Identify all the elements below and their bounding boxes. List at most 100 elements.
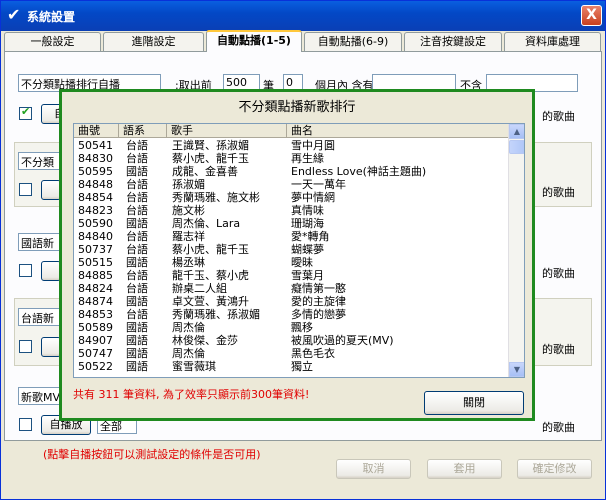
cell-language: 台語 — [126, 152, 148, 165]
table-row[interactable]: 50590 國語 周杰倫、Lara 珊瑚海 — [74, 217, 509, 230]
scroll-down-icon[interactable]: ▼ — [509, 362, 524, 377]
scroll-thumb[interactable] — [509, 140, 524, 154]
table-row[interactable]: 84854 台語 秀蘭瑪雅、施文彬 夢中情網 — [74, 191, 509, 204]
tab-bopomofo-keys[interactable]: 注音按鍵設定 — [404, 32, 502, 51]
row5-checkbox[interactable] — [19, 418, 32, 431]
cell-song-title: 雪中月圓 — [291, 139, 335, 152]
cell-song-number: 50747 — [78, 347, 113, 360]
col-language[interactable]: 語系 — [119, 124, 167, 138]
cell-language: 台語 — [126, 139, 148, 152]
cell-song-title: 夢中情網 — [291, 191, 335, 204]
col-singer[interactable]: 歌手 — [167, 124, 287, 138]
cell-song-number: 84823 — [78, 204, 113, 217]
table-row[interactable]: 84824 台語 辦桌二人組 癡情第一憨 — [74, 282, 509, 295]
cell-song-number: 84824 — [78, 282, 113, 295]
close-window-button[interactable]: X — [581, 5, 602, 26]
scroll-up-icon[interactable]: ▲ — [509, 124, 524, 139]
new-songs-ranking-dialog: 不分類點播新歌排行 曲號 語系 歌手 曲名 50541 台語 王識賢、孫淑媚 雪中月圓… — [59, 89, 535, 421]
tab-database[interactable]: 資料庫處理 — [504, 32, 601, 51]
cancel-button[interactable]: 取消 — [336, 459, 411, 479]
cell-song-title: 雪葉月 — [291, 269, 324, 282]
table-row[interactable]: 50515 國語 楊丞琳 曖昧 — [74, 256, 509, 269]
cell-song-title: 被風吹過的夏天(MV) — [291, 334, 394, 347]
row4-checkbox[interactable] — [19, 340, 32, 353]
col-song-number[interactable]: 曲號 — [74, 124, 119, 138]
cell-song-number: 84854 — [78, 191, 113, 204]
list-header: 曲號 語系 歌手 曲名 — [74, 124, 509, 138]
cell-song-title: 蝴蝶夢 — [291, 243, 324, 256]
cell-singer: 周杰倫 — [172, 347, 205, 360]
title-bar: ✔ 系統設置 X — [1, 1, 605, 31]
row4-auto-play-button[interactable] — [41, 337, 61, 357]
cell-singer: 羅志祥 — [172, 230, 205, 243]
table-row[interactable]: 84907 國語 林俊傑、金莎 被風吹過的夏天(MV) — [74, 334, 509, 347]
list-rows: 50541 台語 王識賢、孫淑媚 雪中月圓 84830 台語 蔡小虎、龍千玉 再生緣 50595… — [74, 139, 509, 373]
cell-singer: 周杰倫、Lara — [172, 217, 241, 230]
table-row[interactable]: 84848 台語 孫淑媚 一天一萬年 — [74, 178, 509, 191]
song-list[interactable]: 曲號 語系 歌手 曲名 50541 台語 王識賢、孫淑媚 雪中月圓 84830 台語 蔡小虎… — [73, 123, 525, 378]
row1-checkbox[interactable]: ✔ — [19, 105, 32, 120]
settings-window: ✔ 系統設置 X 一般設定 進階設定 自動點播(1-5) 自動點播(6-9) 注… — [0, 0, 606, 500]
row3-checkbox[interactable] — [19, 264, 32, 277]
cell-song-number: 84874 — [78, 295, 113, 308]
cell-song-number: 84853 — [78, 308, 113, 321]
hint-text: (點擊自播按鈕可以測試設定的條件是否可用) — [43, 448, 261, 461]
cell-language: 國語 — [126, 217, 148, 230]
cell-song-title: 再生緣 — [291, 152, 324, 165]
row1-songs-label: 的歌曲 — [542, 110, 575, 123]
cell-language: 國語 — [126, 256, 148, 269]
cell-singer: 孫淑媚 — [172, 178, 205, 191]
cell-language: 台語 — [126, 308, 148, 321]
cell-song-title: 飄移 — [291, 321, 313, 334]
table-row[interactable]: 84840 台語 羅志祥 愛*轉角 — [74, 230, 509, 243]
tab-auto-play-1-5[interactable]: 自動點播(1-5) — [206, 30, 302, 52]
table-row[interactable]: 84874 國語 卓文萱、黃鴻升 愛的主旋律 — [74, 295, 509, 308]
tab-advanced[interactable]: 進階設定 — [103, 32, 204, 51]
table-row[interactable]: 50522 國語 蜜雪薇琪 獨立 — [74, 360, 509, 373]
row4-name-field[interactable]: 台語新 — [18, 308, 62, 326]
row3-name-field[interactable]: 國語新 — [18, 233, 62, 251]
cell-language: 台語 — [126, 282, 148, 295]
cell-singer: 成龍、金喜善 — [172, 165, 238, 178]
cell-singer: 蜜雪薇琪 — [172, 360, 216, 373]
table-row[interactable]: 84830 台語 蔡小虎、龍千玉 再生緣 — [74, 152, 509, 165]
cell-language: 國語 — [126, 360, 148, 373]
cell-song-title: 真情味 — [291, 204, 324, 217]
row5-name-field[interactable]: 新歌MV — [18, 387, 62, 405]
table-row[interactable]: 84823 台語 施文彬 真情味 — [74, 204, 509, 217]
row2-auto-play-button[interactable] — [41, 180, 61, 200]
tab-bar: 一般設定 進階設定 自動點播(1-5) 自動點播(6-9) 注音按鍵設定 資料庫… — [4, 30, 604, 52]
row3-auto-play-button[interactable] — [41, 261, 61, 281]
table-row[interactable]: 84885 台語 龍千玉、蔡小虎 雪葉月 — [74, 269, 509, 282]
tab-auto-play-6-9[interactable]: 自動點播(6-9) — [304, 32, 402, 51]
table-row[interactable]: 50595 國語 成龍、金喜善 Endless Love(神話主題曲) — [74, 165, 509, 178]
row4-songs-label: 的歌曲 — [542, 343, 575, 356]
cell-song-title: 愛*轉角 — [291, 230, 330, 243]
col-song-title[interactable]: 曲名 — [287, 124, 509, 138]
cell-song-number: 84848 — [78, 178, 113, 191]
cell-language: 台語 — [126, 191, 148, 204]
table-row[interactable]: 50737 台語 蔡小虎、龍千玉 蝴蝶夢 — [74, 243, 509, 256]
confirm-button[interactable]: 確定修改 — [517, 459, 592, 479]
cell-language: 台語 — [126, 204, 148, 217]
row2-checkbox[interactable] — [19, 183, 32, 196]
table-row[interactable]: 50541 台語 王識賢、孫淑媚 雪中月圓 — [74, 139, 509, 152]
table-row[interactable]: 50747 國語 周杰倫 黑色毛衣 — [74, 347, 509, 360]
tab-general[interactable]: 一般設定 — [4, 32, 101, 51]
dialog-title: 不分類點播新歌排行 — [238, 100, 356, 115]
cell-language: 台語 — [126, 178, 148, 191]
cell-song-number: 84840 — [78, 230, 113, 243]
cell-song-title: 癡情第一憨 — [291, 282, 346, 295]
table-row[interactable]: 50589 國語 周杰倫 飄移 — [74, 321, 509, 334]
cell-song-number: 50590 — [78, 217, 113, 230]
row2-name-field[interactable]: 不分類 — [18, 152, 62, 170]
cell-song-number: 50737 — [78, 243, 113, 256]
checkmark-app-icon: ✔ — [7, 5, 21, 24]
list-scrollbar[interactable]: ▲ ▼ — [508, 124, 524, 377]
table-row[interactable]: 84853 台語 秀蘭瑪雅、孫淑媚 多情的戀夢 — [74, 308, 509, 321]
cell-song-number: 50522 — [78, 360, 113, 373]
cell-song-number: 84907 — [78, 334, 113, 347]
cell-song-title: 獨立 — [291, 360, 313, 373]
apply-button[interactable]: 套用 — [427, 459, 502, 479]
dialog-close-button[interactable]: 關閉 — [424, 391, 524, 415]
